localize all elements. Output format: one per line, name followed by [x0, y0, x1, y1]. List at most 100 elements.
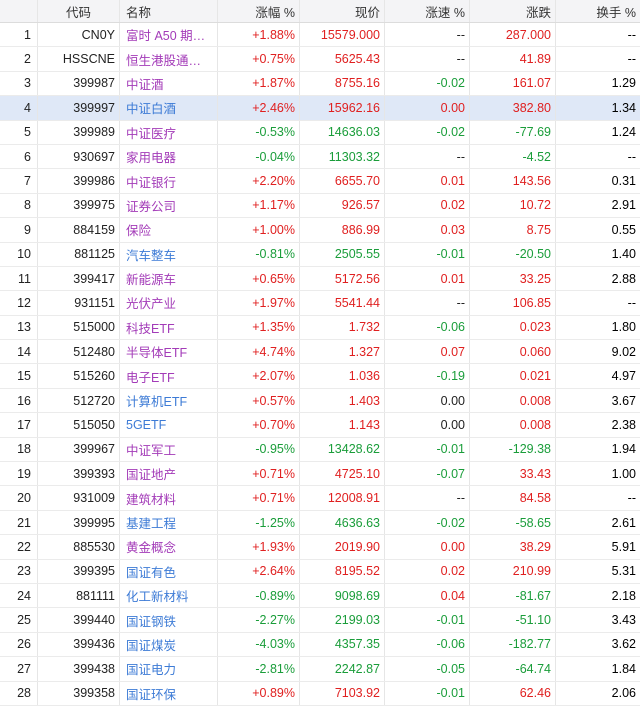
row-pct: -0.81%: [218, 242, 300, 266]
row-code: 931009: [38, 486, 120, 510]
row-change: 62.46: [470, 681, 556, 705]
row-name: 电子ETF: [120, 364, 218, 388]
table-row[interactable]: 19 399393 国证地产 +0.71% 4725.10 -0.07 33.43 1.00: [0, 462, 640, 487]
header-price[interactable]: 现价: [300, 0, 385, 22]
table-row[interactable]: 25 399440 国证钢铁 -2.27% 2199.03 -0.01 -51.10 3.43: [0, 608, 640, 633]
row-price: 12008.91: [300, 486, 385, 510]
row-code: 515000: [38, 315, 120, 340]
table-row[interactable]: 1 CN0Y 富时 A50 期… +1.88% 15579.000 -- 287.000 --: [0, 23, 640, 48]
table-row[interactable]: 3 399987 中证酒 +1.87% 8755.16 -0.02 161.07 1.29: [0, 71, 640, 97]
row-speed: --: [385, 144, 470, 169]
row-pct: +4.74%: [218, 340, 300, 364]
row-name: 中证医疗: [120, 120, 218, 144]
quote-table: 代码 名称 涨幅 % 现价 涨速 % 涨跌 换手 % 1 CN0Y 富时 A50 期…: [0, 0, 640, 706]
table-row[interactable]: 21 399995 基建工程 -1.25% 4636.63 -0.02 -58.65 2.61: [0, 510, 640, 536]
row-code: 512480: [38, 340, 120, 364]
row-change: 38.29: [470, 535, 556, 559]
row-name: 建筑材料: [120, 486, 218, 510]
row-code: 515050: [38, 413, 120, 437]
table-row[interactable]: 5 399989 中证医疗 -0.53% 14636.03 -0.02 -77.69 1.24: [0, 120, 640, 145]
table-row[interactable]: 12 931151 光伏产业 +1.97% 5541.44 -- 106.85 --: [0, 291, 640, 316]
table-row[interactable]: 17 515050 5GETF +0.70% 1.143 0.00 0.008 2.38: [0, 413, 640, 438]
row-turnover: --: [627, 491, 636, 506]
row-name: 计算机ETF: [120, 388, 218, 413]
header-pct[interactable]: 涨幅 %: [218, 0, 300, 22]
row-code: 884159: [38, 218, 120, 242]
header-name[interactable]: 名称: [120, 0, 218, 22]
row-pct: +1.00%: [218, 218, 300, 242]
row-pct: -0.89%: [218, 583, 300, 608]
row-pct: +1.17%: [218, 193, 300, 218]
header-change[interactable]: 涨跌: [470, 0, 556, 22]
row-pct: +0.65%: [218, 266, 300, 291]
row-index: 3: [0, 71, 38, 96]
table-row[interactable]: 7 399986 中证银行 +2.20% 6655.70 0.01 143.56 0.31: [0, 169, 640, 194]
row-speed: --: [385, 23, 470, 47]
row-turnover: 1.34: [611, 100, 636, 115]
table-row[interactable]: 27 399438 国证电力 -2.81% 2242.87 -0.05 -64.74 1.84: [0, 657, 640, 682]
row-change: 0.008: [470, 413, 556, 437]
table-row[interactable]: 16 512720 计算机ETF +0.57% 1.403 0.00 0.008 3.67: [0, 388, 640, 414]
row-price: 886.99: [300, 218, 385, 242]
header-turnover[interactable]: 换手 %: [556, 0, 640, 22]
row-change: 33.43: [470, 462, 556, 486]
row-speed: 0.00: [385, 535, 470, 559]
row-turnover: 1.80: [611, 320, 636, 335]
row-turnover: 1.84: [611, 661, 636, 676]
row-index: 12: [0, 291, 38, 315]
table-row[interactable]: 11 399417 新能源车 +0.65% 5172.56 0.01 33.25 2.88: [0, 266, 640, 292]
row-turnover: 1.40: [611, 247, 636, 262]
row-name: 半导体ETF: [120, 340, 218, 364]
table-row[interactable]: 6 930697 家用电器 -0.04% 11303.32 -- -4.52 --: [0, 144, 640, 170]
row-speed: -0.02: [385, 71, 470, 96]
row-speed: -0.02: [385, 120, 470, 144]
row-name: 中证酒: [120, 71, 218, 96]
row-change: 0.023: [470, 315, 556, 340]
table-row[interactable]: 22 885530 黄金概念 +1.93% 2019.90 0.00 38.29 5.91: [0, 535, 640, 560]
row-name: 国证钢铁: [120, 608, 218, 632]
row-code: 399967: [38, 437, 120, 462]
row-price: 9098.69: [300, 583, 385, 608]
table-row[interactable]: 28 399358 国证环保 +0.89% 7103.92 -0.01 62.46 2.06: [0, 681, 640, 706]
row-speed: -0.06: [385, 632, 470, 657]
row-price: 5172.56: [300, 266, 385, 291]
table-row[interactable]: 26 399436 国证煤炭 -4.03% 4357.35 -0.06 -182.77 3.6…: [0, 632, 640, 658]
row-code: 399417: [38, 266, 120, 291]
row-price: 8195.52: [300, 559, 385, 583]
row-turnover: 3.62: [611, 637, 636, 652]
row-turnover: 0.55: [611, 222, 636, 237]
row-change: 0.008: [470, 388, 556, 413]
row-turnover: 1.94: [611, 442, 636, 457]
row-index: 28: [0, 681, 38, 705]
table-row[interactable]: 23 399395 国证有色 +2.64% 8195.52 0.02 210.99 5.31: [0, 559, 640, 584]
row-price: 14636.03: [300, 120, 385, 144]
table-row[interactable]: 24 881111 化工新材料 -0.89% 9098.69 0.04 -81.67 2.18: [0, 583, 640, 609]
table-row[interactable]: 9 884159 保险 +1.00% 886.99 0.03 8.75 0.55: [0, 218, 640, 243]
table-row[interactable]: 14 512480 半导体ETF +4.74% 1.327 0.07 0.060 9.02: [0, 340, 640, 365]
row-name: 中证军工: [120, 437, 218, 462]
table-row[interactable]: 2 HSSCNE 恒生港股通… +0.75% 5625.43 -- 41.89 --: [0, 47, 640, 72]
row-price: 1.327: [300, 340, 385, 364]
row-change: -77.69: [470, 120, 556, 144]
row-index: 4: [0, 96, 38, 120]
row-pct: -2.27%: [218, 608, 300, 632]
table-row[interactable]: 10 881125 汽车整车 -0.81% 2505.55 -0.01 -20.50 1.40: [0, 242, 640, 267]
row-name: 国证有色: [120, 559, 218, 583]
row-speed: 0.02: [385, 193, 470, 218]
header-speed[interactable]: 涨速 %: [385, 0, 470, 22]
table-row[interactable]: 4 399997 中证白酒 +2.46% 15962.16 0.00 382.80 1.34: [0, 96, 640, 121]
table-row[interactable]: 20 931009 建筑材料 +0.71% 12008.91 -- 84.58 --: [0, 486, 640, 511]
row-speed: -0.07: [385, 462, 470, 486]
row-speed: --: [385, 47, 470, 71]
row-turnover: 2.88: [611, 271, 636, 286]
row-turnover: 3.43: [611, 613, 636, 628]
table-row[interactable]: 8 399975 证券公司 +1.17% 926.57 0.02 10.72 2.91: [0, 193, 640, 219]
header-code[interactable]: 代码: [38, 0, 120, 22]
row-price: 4636.63: [300, 510, 385, 535]
table-row[interactable]: 18 399967 中证军工 -0.95% 13428.62 -0.01 -129.38 1.…: [0, 437, 640, 463]
row-pct: -2.81%: [218, 657, 300, 681]
table-row[interactable]: 13 515000 科技ETF +1.35% 1.732 -0.06 0.023 1.80: [0, 315, 640, 341]
row-code: 931151: [38, 291, 120, 315]
table-row[interactable]: 15 515260 电子ETF +2.07% 1.036 -0.19 0.021 4.97: [0, 364, 640, 389]
row-code: 399987: [38, 71, 120, 96]
